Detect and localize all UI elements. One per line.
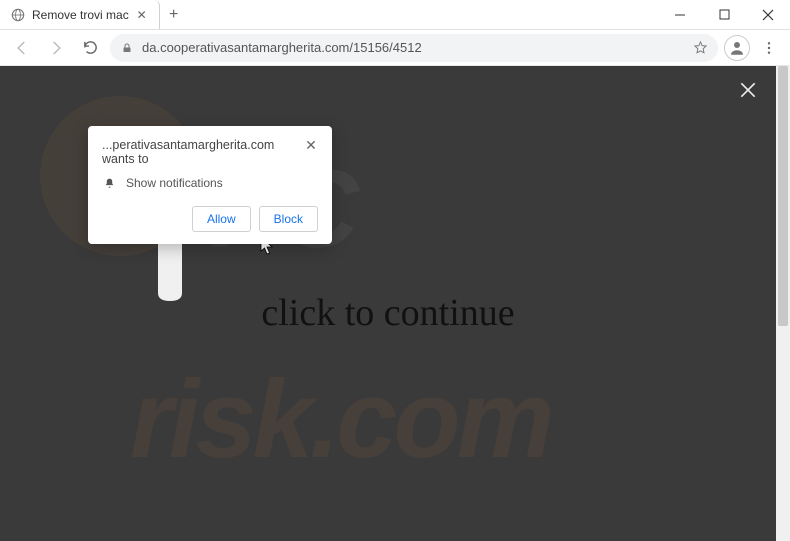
forward-button[interactable]	[42, 34, 70, 62]
notification-permission-text: Show notifications	[126, 176, 223, 190]
window-close-button[interactable]	[746, 0, 790, 29]
browser-tab[interactable]: Remove trovi mac ✕	[0, 0, 160, 29]
close-icon[interactable]: ✕	[135, 8, 149, 22]
url-text: da.cooperativasantamargherita.com/15156/…	[142, 40, 684, 55]
maximize-button[interactable]	[702, 0, 746, 29]
cta-text: click to continue	[261, 291, 514, 335]
vertical-scrollbar[interactable]	[776, 66, 790, 541]
bell-icon	[102, 176, 116, 190]
block-button[interactable]: Block	[259, 206, 318, 232]
close-icon[interactable]: ✕	[304, 138, 318, 152]
scrollbar-thumb[interactable]	[778, 66, 788, 326]
profile-avatar[interactable]	[724, 35, 750, 61]
star-icon[interactable]	[692, 40, 708, 56]
notification-title: ...perativasantamargherita.com wants to	[102, 138, 296, 166]
overlay-close-button[interactable]	[734, 76, 762, 104]
menu-button[interactable]	[756, 35, 782, 61]
page-viewport: PC risk.com click to continue ...perativ…	[0, 66, 790, 541]
address-bar[interactable]: da.cooperativasantamargherita.com/15156/…	[110, 34, 718, 62]
window-controls	[658, 0, 790, 29]
allow-button[interactable]: Allow	[192, 206, 251, 232]
globe-icon	[10, 7, 26, 23]
notification-permission-popup: ...perativasantamargherita.com wants to …	[88, 126, 332, 244]
watermark-text-2: risk.com	[130, 356, 550, 483]
browser-toolbar: da.cooperativasantamargherita.com/15156/…	[0, 30, 790, 66]
tab-title: Remove trovi mac	[32, 8, 129, 22]
minimize-button[interactable]	[658, 0, 702, 29]
window-titlebar: Remove trovi mac ✕ +	[0, 0, 790, 30]
new-tab-button[interactable]: +	[160, 0, 188, 29]
reload-button[interactable]	[76, 34, 104, 62]
lock-icon	[120, 41, 134, 55]
back-button[interactable]	[8, 34, 36, 62]
